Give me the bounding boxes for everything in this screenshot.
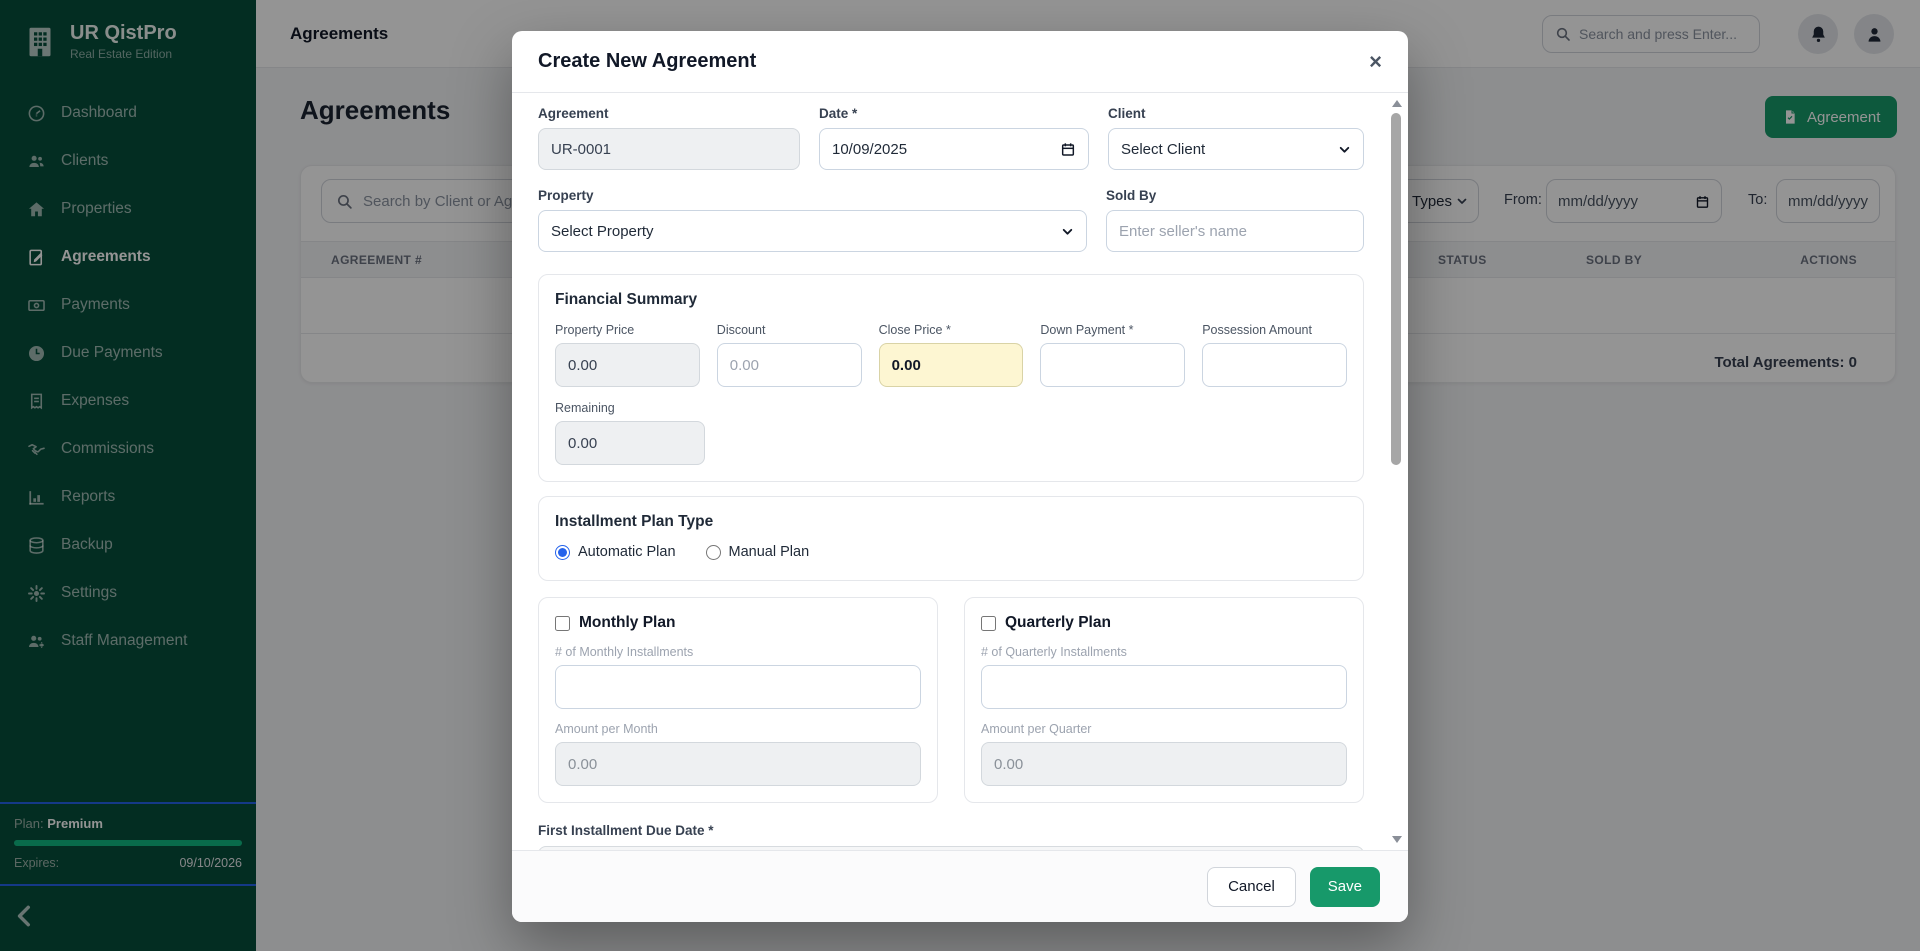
close-price-input[interactable]: 0.00 (879, 343, 1024, 387)
automatic-plan-radio-input[interactable] (555, 545, 570, 560)
modal-title: Create New Agreement (538, 50, 756, 73)
monthly-amount-field: 0.00 (555, 742, 921, 786)
monthly-count-label: # of Monthly Installments (555, 645, 921, 659)
financial-summary-card: Financial Summary Property Price 0.00 Di… (538, 274, 1364, 482)
property-label: Property (538, 188, 1087, 203)
scrollbar-thumb[interactable] (1391, 113, 1401, 465)
scroll-up-arrow[interactable] (1392, 100, 1402, 107)
quarterly-count-label: # of Quarterly Installments (981, 645, 1347, 659)
save-button[interactable]: Save (1310, 867, 1380, 907)
remaining-label: Remaining (555, 401, 705, 415)
quarterly-plan-title: Quarterly Plan (1005, 614, 1111, 632)
discount-label: Discount (717, 323, 862, 337)
sold-by-input[interactable] (1106, 210, 1364, 252)
date-field[interactable]: 10/09/2025 (819, 128, 1089, 170)
agreement-label: Agreement (538, 106, 800, 121)
monthly-count-input[interactable] (555, 665, 921, 709)
modal-body: Agreement UR-0001 Date * 10/09/2025 Clie… (512, 93, 1408, 850)
date-label: Date * (819, 106, 1089, 121)
client-label: Client (1108, 106, 1364, 121)
quarterly-amount-label: Amount per Quarter (981, 722, 1347, 736)
modal-footer: Cancel Save (512, 850, 1408, 922)
down-payment-label: Down Payment * (1040, 323, 1185, 337)
plan-type-card: Installment Plan Type Automatic Plan Man… (538, 496, 1364, 581)
monthly-plan-title: Monthly Plan (579, 614, 675, 632)
monthly-amount-label: Amount per Month (555, 722, 921, 736)
cancel-button[interactable]: Cancel (1207, 867, 1296, 907)
property-price-label: Property Price (555, 323, 700, 337)
chevron-down-icon (1338, 143, 1351, 156)
modal-header: Create New Agreement × (512, 31, 1408, 93)
first-due-date-label: First Installment Due Date * (538, 823, 1364, 838)
modal-scrollbar[interactable] (1389, 96, 1404, 847)
automatic-plan-radio[interactable]: Automatic Plan (555, 544, 676, 560)
sold-by-label: Sold By (1106, 188, 1364, 203)
quarterly-amount-field: 0.00 (981, 742, 1347, 786)
down-payment-input[interactable] (1040, 343, 1185, 387)
remaining-field: 0.00 (555, 421, 705, 465)
property-price-field: 0.00 (555, 343, 700, 387)
close-price-label: Close Price * (879, 323, 1024, 337)
first-due-date-field[interactable] (538, 846, 1364, 850)
calendar-icon (1060, 141, 1076, 157)
quarterly-count-input[interactable] (981, 665, 1347, 709)
manual-plan-radio[interactable]: Manual Plan (706, 544, 810, 560)
plan-type-title: Installment Plan Type (555, 513, 1347, 531)
property-select[interactable]: Select Property (538, 210, 1087, 252)
possession-amount-label: Possession Amount (1202, 323, 1347, 337)
close-icon[interactable]: × (1369, 51, 1382, 73)
manual-plan-radio-input[interactable] (706, 545, 721, 560)
monthly-plan-card: Monthly Plan # of Monthly Installments A… (538, 597, 938, 803)
create-agreement-modal: Create New Agreement × Agreement UR-0001… (512, 31, 1408, 922)
discount-input[interactable] (717, 343, 862, 387)
monthly-plan-checkbox[interactable] (555, 616, 570, 631)
quarterly-plan-checkbox[interactable] (981, 616, 996, 631)
quarterly-plan-card: Quarterly Plan # of Quarterly Installmen… (964, 597, 1364, 803)
chevron-down-icon (1061, 225, 1074, 238)
possession-amount-input[interactable] (1202, 343, 1347, 387)
scroll-down-arrow[interactable] (1392, 836, 1402, 843)
client-select[interactable]: Select Client (1108, 128, 1364, 170)
financial-summary-title: Financial Summary (555, 291, 1347, 309)
agreement-number-field: UR-0001 (538, 128, 800, 170)
